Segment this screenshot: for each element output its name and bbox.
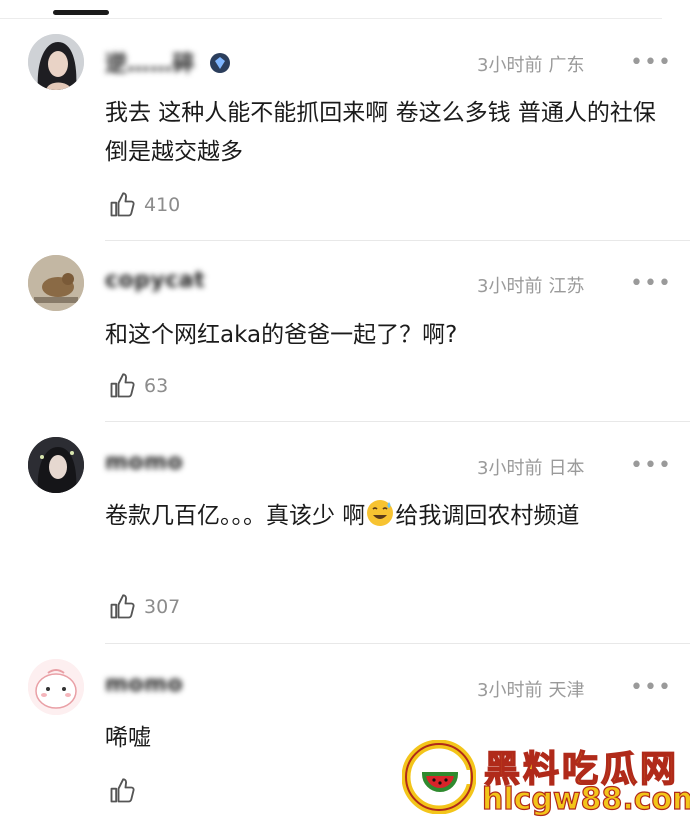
timestamp: 3小时前	[477, 680, 543, 701]
watermelon-logo-icon	[402, 740, 476, 814]
comment-divider	[105, 421, 690, 422]
avatar[interactable]	[28, 437, 84, 493]
avatar[interactable]	[28, 34, 84, 90]
more-dots-icon[interactable]: •••	[630, 273, 672, 295]
like-button[interactable]: 410	[108, 191, 180, 219]
username[interactable]: 逆……碎	[105, 46, 231, 78]
comment-meta: 3小时前 广东	[477, 51, 584, 77]
avatar[interactable]	[28, 255, 84, 311]
comment-text: 我去 这种人能不能抓回来啊 卷这么多钱 普通人的社保倒是越交越多	[105, 100, 656, 165]
location: 日本	[548, 458, 585, 479]
site-watermark: 黑料吃瓜网 hlcgw88.com	[402, 738, 690, 817]
username[interactable]: copycat	[105, 268, 205, 293]
thumbs-up-icon	[110, 192, 135, 217]
like-count: 410	[144, 194, 181, 216]
diamond-badge-icon	[210, 53, 231, 73]
comment-text: 和这个网红aka的爸爸一起了？啊?	[105, 322, 458, 348]
more-dots-icon[interactable]: •••	[630, 455, 672, 477]
watermark-url: hlcgw88.com	[481, 781, 690, 817]
username[interactable]: momo	[105, 450, 183, 475]
comment-meta: 3小时前 天津	[477, 676, 584, 702]
more-dots-icon[interactable]: •••	[630, 677, 672, 699]
top-tab-indicator	[53, 10, 109, 15]
timestamp: 3小时前	[477, 55, 543, 76]
sweat-smile-emoji	[367, 500, 394, 526]
thumbs-up-icon	[110, 373, 135, 398]
comment-text: 卷款几百亿。。。真该少 啊给我调回农村频道	[105, 497, 665, 536]
location: 天津	[548, 680, 585, 701]
username[interactable]: momo	[105, 672, 183, 697]
like-count: 307	[144, 596, 181, 618]
comment-divider	[105, 240, 690, 241]
timestamp: 3小时前	[477, 276, 543, 297]
comment-divider	[105, 643, 690, 644]
like-button[interactable]	[108, 777, 144, 805]
top-divider	[0, 18, 662, 19]
like-count: 63	[144, 375, 169, 397]
like-button[interactable]: 63	[108, 372, 168, 400]
location: 江苏	[548, 276, 585, 297]
comment-meta: 3小时前 日本	[477, 454, 584, 480]
thumbs-up-icon	[110, 778, 135, 803]
comment-meta: 3小时前 江苏	[477, 272, 584, 298]
thumbs-up-icon	[110, 594, 135, 619]
more-dots-icon[interactable]: •••	[630, 52, 672, 74]
timestamp: 3小时前	[477, 458, 543, 479]
like-button[interactable]: 307	[108, 593, 180, 621]
location: 广东	[548, 55, 585, 76]
avatar[interactable]	[28, 659, 84, 715]
